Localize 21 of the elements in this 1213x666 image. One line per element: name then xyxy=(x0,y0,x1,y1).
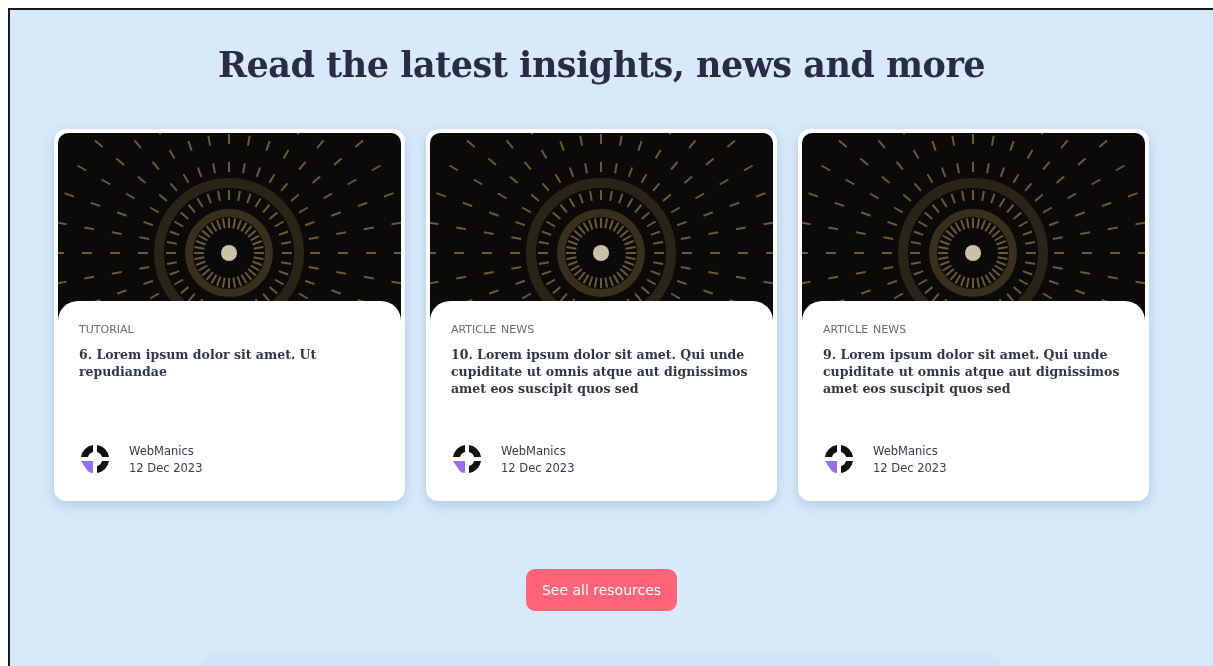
section-heading: Read the latest insights, news and more xyxy=(217,44,986,85)
category-tag: ARTICLE xyxy=(823,323,869,336)
article-card[interactable]: ARTICLE NEWS 10. Lorem ipsum dolor sit amet. Qui unde cupiditate ut omnis atque aut dignissimos amet eos suscipit quos sed WebManics 12 Dec 2023 xyxy=(426,129,777,501)
category-tag: ARTICLE xyxy=(451,323,497,336)
author-name: WebManics xyxy=(129,443,195,458)
author-logo-icon xyxy=(79,443,111,475)
category-tag: NEWS xyxy=(873,323,907,336)
author-name: WebManics xyxy=(501,443,567,458)
category-tag: TUTORIAL xyxy=(79,323,134,336)
author-logo-icon xyxy=(823,443,855,475)
post-date: 12 Dec 2023 xyxy=(873,460,947,475)
article-card[interactable]: ARTICLE NEWS 9. Lorem ipsum dolor sit amet. Qui unde cupiditate ut omnis atque aut dignissimos amet eos suscipit quos sed WebManics 12 Dec 2023 xyxy=(798,129,1149,501)
category-tag: NEWS xyxy=(501,323,535,336)
author-name: WebManics xyxy=(873,443,939,458)
post-date: 12 Dec 2023 xyxy=(129,460,203,475)
article-title: 9. Lorem ipsum dolor sit amet. Qui unde cupiditate ut omnis atque aut dignissimos amet eos suscipit quos sed xyxy=(823,346,1121,397)
author-logo-icon xyxy=(451,443,483,475)
article-title: 6. Lorem ipsum dolor sit amet. Ut repudiandae xyxy=(79,346,318,380)
article-title: 10. Lorem ipsum dolor sit amet. Qui unde cupiditate ut omnis atque aut dignissimos amet eos suscipit quos sed xyxy=(451,346,749,397)
post-date: 12 Dec 2023 xyxy=(501,460,575,475)
article-card[interactable]: TUTORIAL 6. Lorem ipsum dolor sit amet. Ut repudiandae WebManics 12 Dec 2023 xyxy=(54,129,405,501)
